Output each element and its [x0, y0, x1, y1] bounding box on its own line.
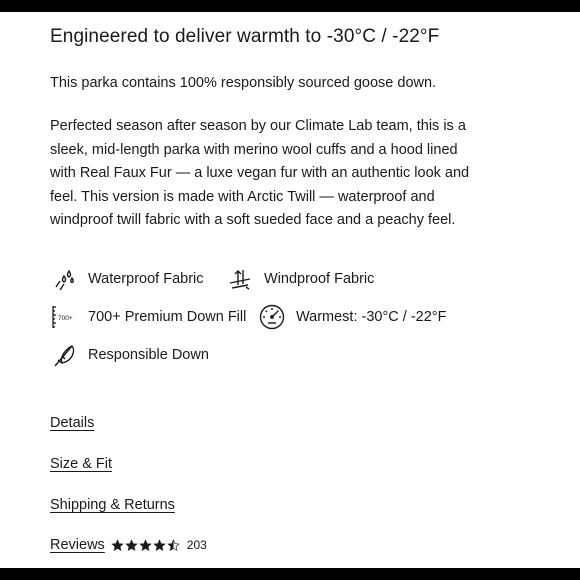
reviews-link[interactable]: Reviews	[50, 537, 105, 553]
feature-label: Waterproof Fabric	[88, 271, 204, 287]
star-full-icon	[111, 538, 124, 551]
star-full-icon	[139, 538, 152, 551]
down-fill-scale-icon: 700+	[50, 303, 78, 331]
warmth-headline: Engineered to deliver warmth to -30°C / …	[50, 26, 440, 47]
top-frame-bar	[0, 0, 580, 12]
feature-responsible-down: Responsible Down	[50, 340, 209, 370]
feature-warmest: Warmest: -30°C / -22°F	[258, 302, 446, 332]
star-full-icon	[153, 538, 166, 551]
star-full-icon	[125, 538, 138, 551]
star-rating	[111, 538, 181, 552]
review-count: 203	[186, 538, 207, 552]
feather-icon	[50, 341, 78, 369]
product-description-text: Perfected season after season by our Cli…	[50, 118, 470, 229]
details-link[interactable]: Details	[50, 415, 94, 431]
feature-down-fill: 700+ 700+ Premium Down Fill	[50, 302, 246, 332]
down-sourcing-text: This parka contains 100% responsibly sou…	[50, 75, 437, 91]
shipping-returns-link[interactable]: Shipping & Returns	[50, 497, 175, 513]
feature-waterproof: Waterproof Fabric	[50, 264, 204, 294]
wind-icon	[226, 265, 254, 293]
svg-text:700+: 700+	[58, 315, 73, 322]
product-description-panel: Engineered to deliver warmth to -30°C / …	[50, 22, 530, 553]
bottom-frame-bar	[0, 568, 580, 580]
feature-label: 700+ Premium Down Fill	[88, 309, 247, 325]
feature-label: Responsible Down	[88, 347, 209, 363]
feature-windproof: Windproof Fabric	[226, 264, 374, 294]
reviews-row: Reviews 203	[50, 537, 207, 553]
feature-label: Windproof Fabric	[264, 271, 375, 287]
star-half-icon	[167, 538, 180, 551]
size-fit-link[interactable]: Size & Fit	[50, 456, 112, 472]
water-drops-icon	[50, 265, 78, 293]
feature-label: Warmest: -30°C / -22°F	[296, 309, 447, 325]
gauge-icon	[258, 303, 286, 331]
